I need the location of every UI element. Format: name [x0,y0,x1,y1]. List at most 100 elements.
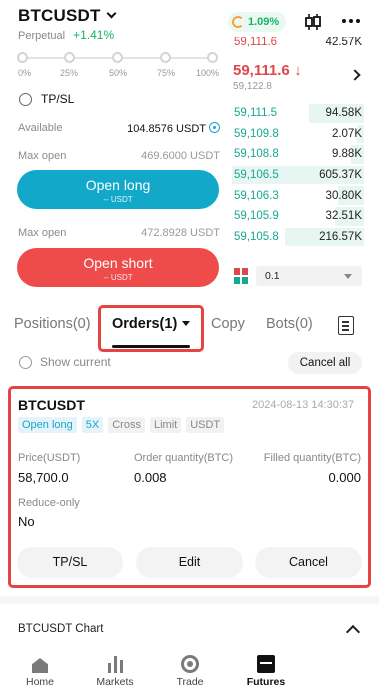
more-options-icon[interactable] [342,19,360,23]
radio-icon [19,92,32,106]
depth-select[interactable]: 0.1 [256,266,362,286]
caret-down-icon [344,274,352,279]
reduce-only-label: Reduce-only [18,497,80,509]
open-short-label: Open short [83,255,153,271]
bid-qty: 216.57K [319,230,362,243]
max-open-long-row: Max open 469.6000 USDT [18,150,220,162]
arrow-down-icon: ↓ [294,62,302,79]
tpsl-label: TP/SL [41,92,75,106]
max-open-value: 469.6000 USDT [141,150,220,162]
bid-qty: 32.51K [325,210,362,223]
qty-label: Order quantity(BTC) [134,452,234,464]
order-history-icon[interactable] [338,316,354,335]
funding-badge[interactable]: 1.09% [228,12,287,32]
nav-markets[interactable]: Markets [85,653,145,688]
slider-label: 50% [109,68,128,78]
open-short-sub: -- USDT [103,273,133,282]
slider-label: 0% [18,68,32,78]
filled-label: Filled quantity(BTC) [263,452,361,464]
bid-price: 59,111.5 [234,107,278,120]
reduce-only-value: No [18,514,35,529]
nav-markets-label: Markets [96,676,134,688]
bid-qty: 94.58K [325,107,362,120]
show-current-label: Show current [40,355,111,369]
available-row: Available 104.8576 USDT [18,122,220,135]
bid-price: 59,106.3 [234,189,279,202]
bid-row[interactable]: 59,105.8 216.57K [232,227,364,248]
edit-button[interactable]: Edit [136,547,243,578]
slider-dot-100[interactable] [207,52,218,63]
bid-price: 59,108.8 [234,148,279,161]
show-current-toggle[interactable]: Show current [19,355,111,369]
slider-label: 25% [60,68,79,78]
symbol-title: BTCUSDT [18,6,101,25]
tag-leverage: 5X [81,417,104,433]
tag-side: Open long [18,417,77,433]
tab-positions[interactable]: Positions(0) [14,316,91,332]
price-label: Price(USDT) [18,452,81,464]
max-open-short-row: Max open 472.8928 USDT [18,227,220,239]
ask-qty: 42.57K [325,37,362,49]
open-long-button[interactable]: Open long -- USDT [17,170,219,209]
symbol-selector[interactable]: BTCUSDT [18,6,117,26]
nav-futures-label: Futures [246,676,286,688]
slider-dot-25[interactable] [64,52,75,63]
mid-price: 59,111.6 [233,62,290,79]
bid-row[interactable]: 59,105.9 32.51K [232,206,364,227]
tab-bots[interactable]: Bots(0) [266,316,313,332]
bid-price: 59,109.8 [234,127,279,140]
bid-row[interactable]: 59,109.8 2.07K [232,124,364,145]
available-value: 104.8576 USDT [127,122,220,135]
cancel-all-button[interactable]: Cancel all [288,352,362,374]
max-open-value: 472.8928 USDT [141,227,220,239]
tpsl-button[interactable]: TP/SL [17,547,123,578]
trade-icon [181,655,199,673]
futures-icon [257,655,275,673]
max-open-label: Max open [18,227,67,239]
tpsl-toggle[interactable]: TP/SL [19,92,74,106]
bid-row[interactable]: 59,111.5 94.58K [232,103,364,124]
open-long-label: Open long [85,177,151,193]
qty-value: 0.008 [134,470,167,485]
section-divider [0,596,379,604]
tag-type: Limit [149,417,182,433]
slider-label: 75% [157,68,176,78]
order-book-bids: 59,111.5 94.58K 59,109.8 2.07K 59,108.8 9.88K… [232,103,364,247]
nav-trade[interactable]: Trade [160,653,220,688]
bid-price: 59,106.5 [234,169,279,182]
cancel-order-button[interactable]: Cancel [255,547,362,578]
tag-currency: USDT [186,417,225,433]
home-icon [32,658,48,673]
slider-dot-75[interactable] [160,52,171,63]
nav-futures[interactable]: Futures [236,653,296,688]
tab-copy[interactable]: Copy [211,316,245,332]
transfer-icon[interactable] [209,122,220,133]
slider-dot-50[interactable] [112,52,123,63]
nav-home[interactable]: Home [10,653,70,688]
ask-price: 59,111.6 [234,37,278,49]
open-short-button[interactable]: Open short -- USDT [17,248,219,287]
bid-qty: 605.37K [319,169,362,182]
order-tags: Open long 5X Cross Limit USDT [18,417,225,433]
progress-ring-icon [232,16,244,28]
book-layout-icon[interactable] [234,268,248,284]
price-value: 58,700.0 [18,470,69,485]
bid-row[interactable]: 59,108.8 9.88K [232,144,364,165]
available-label: Available [18,122,63,134]
bid-row[interactable]: 59,106.5 605.37K [232,165,364,186]
mid-price-block[interactable]: 59,111.6 ↓ 59,122.8 [233,62,302,92]
mark-price: 59,122.8 [233,81,272,92]
chevron-down-icon [106,8,117,19]
open-long-sub: -- USDT [103,195,133,204]
ask-row[interactable]: 59,111.6 42.57K [232,37,364,49]
chart-section-label[interactable]: BTCUSDT Chart [18,623,103,635]
slider-dot-0[interactable] [17,52,28,63]
bid-row[interactable]: 59,106.3 30.80K [232,185,364,206]
tag-margin: Cross [108,417,145,433]
nav-trade-label: Trade [176,676,204,688]
order-time: 2024-08-13 14:30:37 [252,399,355,411]
bid-qty: 2.07K [331,127,362,140]
candlestick-chart-icon[interactable] [304,13,322,31]
chevron-right-icon[interactable] [349,69,361,81]
chevron-up-icon[interactable] [345,624,361,640]
